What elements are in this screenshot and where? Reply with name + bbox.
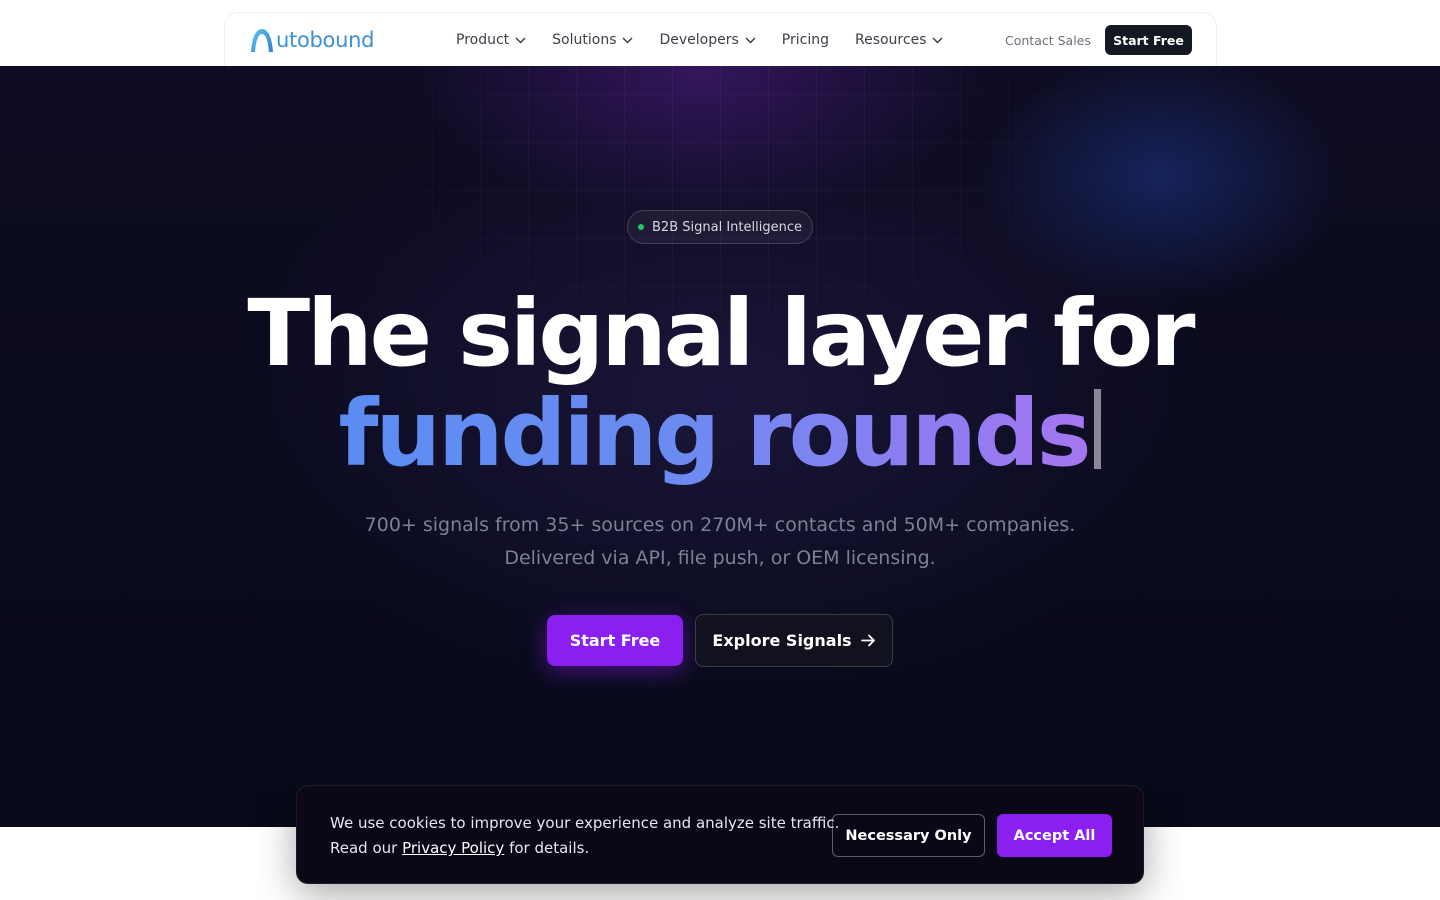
explore-signals-button[interactable]: Explore Signals [695, 614, 893, 667]
nav-item-pricing[interactable]: Pricing [782, 32, 829, 48]
nav-item-label: Pricing [781, 32, 829, 48]
cookie-message: We use cookies to improve your experienc… [330, 811, 839, 861]
start-free-button[interactable]: Start Free [547, 615, 683, 666]
chevron-down-icon [745, 36, 756, 44]
chevron-down-icon [515, 36, 526, 44]
necessary-only-button[interactable]: Necessary Only [832, 814, 985, 857]
nav-item-label: Resources [854, 32, 927, 48]
top-bar: utobound Product Solutions Developers Pr… [0, 0, 1440, 66]
accept-all-button[interactable]: Accept All [997, 814, 1112, 857]
logo-arch-icon [251, 29, 273, 52]
hero-subtitle-line1: 700+ signals from 35+ sources on 270M+ c… [364, 514, 1076, 536]
nav-item-developers[interactable]: Developers [659, 32, 756, 48]
cookie-suffix: for details. [504, 839, 590, 857]
start-free-nav-button[interactable]: Start Free [1105, 25, 1192, 55]
nav-menu: Product Solutions Developers Pricing Res… [456, 13, 969, 67]
logo-text: utobound [276, 28, 375, 52]
hero-headline-line2: funding rounds [0, 388, 1440, 480]
chevron-down-icon [932, 36, 944, 44]
cookie-prefix: Read our [330, 839, 403, 857]
autobound-logo[interactable]: utobound [249, 27, 374, 53]
nav-item-label: Product [456, 32, 510, 48]
nav-item-product[interactable]: Product [456, 32, 526, 48]
contact-sales-link[interactable]: Contact Sales [1005, 13, 1091, 67]
hero-headline-line1: The signal layer for [247, 280, 1195, 387]
arrow-right-icon [860, 634, 876, 647]
typing-caret [1094, 389, 1102, 469]
hero-subtitle-line2: Delivered via API, file push, or OEM lic… [504, 547, 936, 569]
nav-item-label: Solutions [552, 32, 617, 48]
nav-item-label: Developers [659, 32, 739, 48]
nav-item-solutions[interactable]: Solutions [552, 32, 634, 48]
navbar: utobound Product Solutions Developers Pr… [224, 12, 1217, 66]
status-dot-icon [638, 224, 645, 230]
hero-badge: B2B Signal Intelligence [627, 210, 813, 244]
hero-badge-label: B2B Signal Intelligence [652, 219, 802, 235]
chevron-down-icon [622, 36, 634, 44]
cookie-message-line2: Read our Privacy Policy for details. [330, 836, 839, 861]
nav-item-resources[interactable]: Resources [855, 32, 944, 48]
explore-signals-label: Explore Signals [712, 631, 852, 650]
hero-section: B2B Signal Intelligence The signal layer… [0, 66, 1440, 827]
cookie-banner: We use cookies to improve your experienc… [296, 785, 1144, 884]
privacy-policy-link[interactable]: Privacy Policy [402, 839, 504, 857]
cookie-message-line1: We use cookies to improve your experienc… [330, 814, 840, 832]
hero-headline-highlight: funding rounds [338, 380, 1092, 487]
